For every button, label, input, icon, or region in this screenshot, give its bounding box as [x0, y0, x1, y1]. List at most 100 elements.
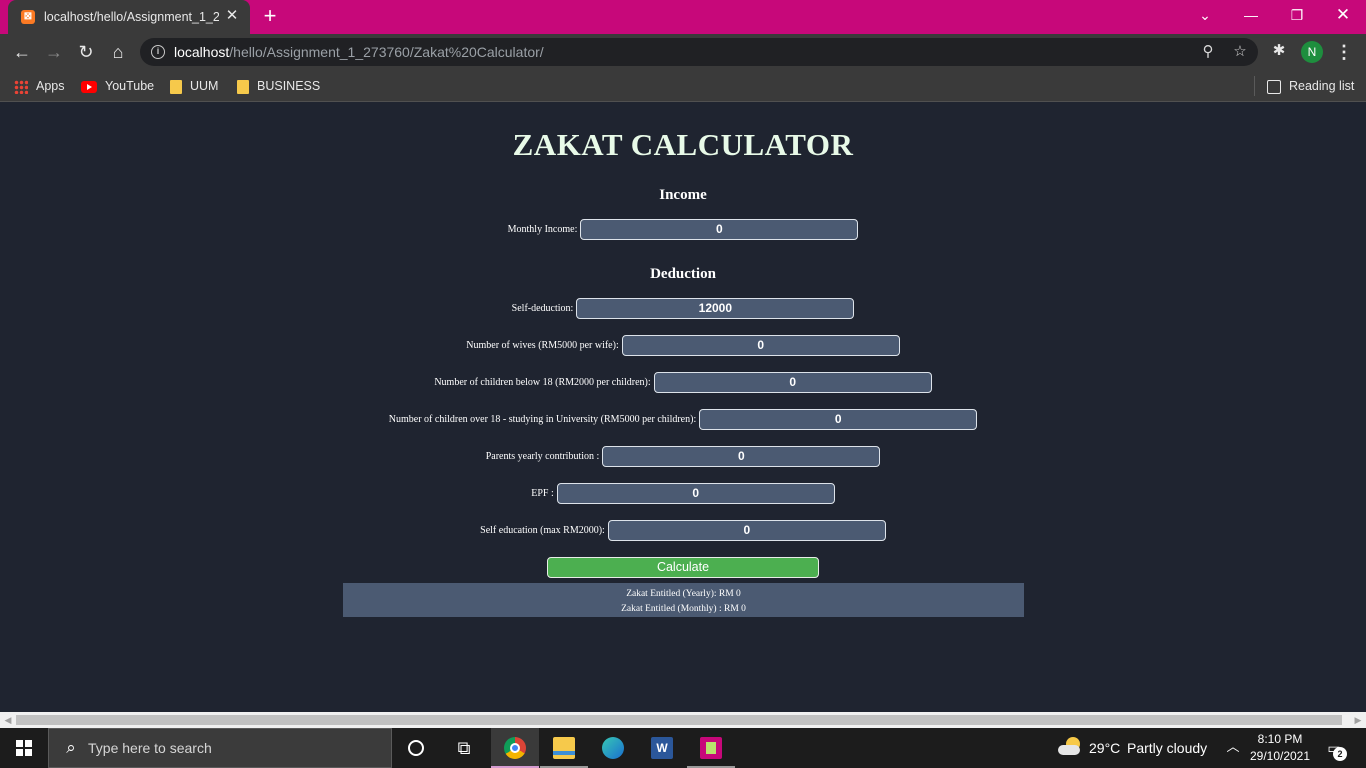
wives-input[interactable]: 0 [621, 335, 900, 356]
weather-temperature[interactable]: 29°C [1089, 740, 1120, 756]
epf-label: EPF : [531, 488, 554, 499]
browser-menu-icon[interactable]: ⋮ [1334, 41, 1354, 63]
start-button[interactable] [0, 728, 48, 768]
epf-input[interactable]: 0 [556, 483, 835, 504]
xampp-icon [700, 737, 722, 759]
back-arrow-icon[interactable]: ← [10, 40, 34, 64]
clock-date: 29/10/2021 [1249, 749, 1311, 763]
taskbar-search-placeholder: Type here to search [88, 740, 212, 756]
task-view-button[interactable]: ⧉ [440, 728, 488, 768]
home-icon[interactable]: ⌂ [106, 40, 130, 64]
self-deduction-input[interactable]: 12000 [576, 298, 855, 319]
monthly-income-row: Monthly Income: 0 [0, 219, 1366, 241]
self-education-input[interactable]: 0 [607, 520, 886, 541]
folder-icon [237, 79, 249, 94]
wives-label: Number of wives (RM5000 per wife): [466, 340, 619, 351]
self-deduction-row: Self-deduction: 12000 [0, 298, 1366, 320]
monthly-income-input[interactable]: 0 [580, 219, 859, 240]
word-icon: W [651, 737, 673, 759]
weather-description[interactable]: Partly cloudy [1127, 740, 1207, 756]
parents-contribution-row: Parents yearly contribution :0 [0, 446, 1366, 468]
address-bar[interactable]: i localhost/hello/Assignment_1_273760/Za… [140, 38, 1258, 66]
scroll-right-arrow-icon[interactable]: ▶ [1350, 712, 1366, 728]
file-explorer-icon [553, 737, 575, 759]
edge-icon [602, 737, 624, 759]
reload-icon[interactable]: ↻ [74, 40, 98, 64]
task-view-icon: ⧉ [457, 738, 471, 758]
result-panel: Zakat Entitled (Yearly): RM 0 Zakat Enti… [343, 583, 1024, 617]
clock-time: 8:10 PM [1257, 732, 1303, 746]
chrome-icon [504, 737, 526, 759]
url-text[interactable]: localhost/hello/Assignment_1_273760/Zaka… [174, 44, 544, 60]
self-education-row: Self education (max RM2000): 0 [0, 520, 1366, 542]
self-education-label: Self education (max RM2000): [480, 525, 605, 536]
reading-list-button[interactable]: Reading list [1267, 76, 1354, 96]
url-path: /hello/Assignment_1_273760/Zakat%20Calcu… [229, 44, 544, 60]
taskbar-word[interactable]: W [638, 728, 686, 768]
children-below-18-label: Number of children below 18 (RM2000 per … [434, 377, 651, 388]
tab-search-chevron-icon[interactable]: ⌄ [1193, 4, 1217, 26]
taskbar-chrome[interactable] [491, 728, 539, 768]
bookmark-apps[interactable]: Apps [14, 76, 65, 96]
calculate-button[interactable]: Calculate [547, 557, 819, 578]
bookmark-youtube[interactable]: YouTube [81, 76, 154, 96]
taskbar-edge[interactable] [589, 728, 637, 768]
children-below-18-input[interactable]: 0 [653, 372, 932, 393]
income-heading: Income [659, 187, 707, 203]
bookmark-star-icon[interactable]: ☆ [1230, 42, 1250, 62]
reading-list-label: Reading list [1289, 79, 1355, 93]
children-university-input[interactable]: 0 [699, 409, 978, 430]
tab-strip: ⊠ localhost/hello/Assignment_1_273760/Za… [0, 0, 1366, 34]
cloud-icon [1058, 745, 1080, 755]
taskbar-file-explorer[interactable] [540, 728, 588, 768]
forward-arrow-icon[interactable]: → [42, 40, 66, 64]
tab-close-icon[interactable]: ✕ [224, 8, 240, 24]
notification-count-badge: 2 [1333, 747, 1347, 761]
taskbar-search-box[interactable]: ⌕ Type here to search [48, 728, 392, 768]
url-host: localhost [174, 44, 230, 60]
reading-list-icon [1267, 79, 1281, 94]
window-close-icon[interactable]: ✕ [1331, 4, 1355, 26]
system-clock[interactable]: 8:10 PM 29/10/2021 [1240, 731, 1320, 765]
cortana-button[interactable] [392, 728, 440, 768]
wives-row: Number of wives (RM5000 per wife): 0 [0, 335, 1366, 357]
taskbar-xampp[interactable] [687, 728, 735, 768]
epf-row: EPF :0 [0, 483, 1366, 505]
cortana-circle-icon [408, 740, 424, 756]
folder-icon [170, 79, 182, 94]
minimize-icon[interactable]: — [1239, 4, 1263, 26]
scrollbar-thumb[interactable] [16, 715, 1342, 725]
bookmarks-bar: Apps YouTube UUM BUSINESS Reading list [0, 70, 1366, 102]
children-below-18-row: Number of children below 18 (RM2000 per … [0, 372, 1366, 394]
zakat-yearly-text: Zakat Entitled (Yearly): RM 0 [626, 589, 741, 599]
bookmark-business[interactable]: BUSINESS [237, 76, 320, 96]
bookmark-uum[interactable]: UUM [170, 76, 218, 96]
new-tab-button[interactable]: + [259, 5, 281, 27]
zakat-monthly-text: Zakat Entitled (Monthly) : RM 0 [621, 604, 746, 614]
scroll-left-arrow-icon[interactable]: ◀ [0, 712, 16, 728]
browser-toolbar: ← → ↻ ⌂ i localhost/hello/Assignment_1_2… [0, 34, 1366, 70]
parents-contribution-input[interactable]: 0 [602, 446, 881, 467]
children-university-label: Number of children over 18 - studying in… [388, 414, 697, 425]
bookmark-label: BUSINESS [257, 79, 321, 93]
windows-logo-icon [16, 740, 32, 756]
profile-avatar[interactable]: N [1301, 41, 1323, 63]
bookmarks-divider [1254, 76, 1255, 96]
restore-icon[interactable]: ❐ [1285, 4, 1309, 26]
bookmark-label: Apps [36, 79, 65, 93]
windows-taskbar: ⌕ Type here to search ⧉ W 29°C Partly cl… [0, 728, 1366, 768]
partly-cloudy-icon[interactable] [1058, 737, 1082, 757]
zoom-icon[interactable]: ⚲ [1198, 42, 1218, 62]
bookmark-label: YouTube [105, 79, 155, 93]
extensions-puzzle-icon[interactable]: ✱ [1269, 41, 1289, 61]
xampp-favicon-icon: ⊠ [21, 10, 35, 24]
parents-contribution-label: Parents yearly contribution : [485, 451, 600, 462]
site-info-icon[interactable]: i [151, 45, 165, 59]
children-university-row: Number of children over 18 - studying in… [0, 409, 1366, 431]
self-deduction-label: Self-deduction: [511, 303, 574, 314]
deduction-heading: Deduction [650, 266, 716, 282]
horizontal-scrollbar[interactable]: ◀ ▶ [0, 712, 1366, 728]
page-title: ZAKAT CALCULATOR [512, 127, 854, 162]
youtube-icon [81, 80, 97, 93]
browser-tab-active[interactable]: ⊠ localhost/hello/Assignment_1_273760/Za… [8, 0, 250, 34]
